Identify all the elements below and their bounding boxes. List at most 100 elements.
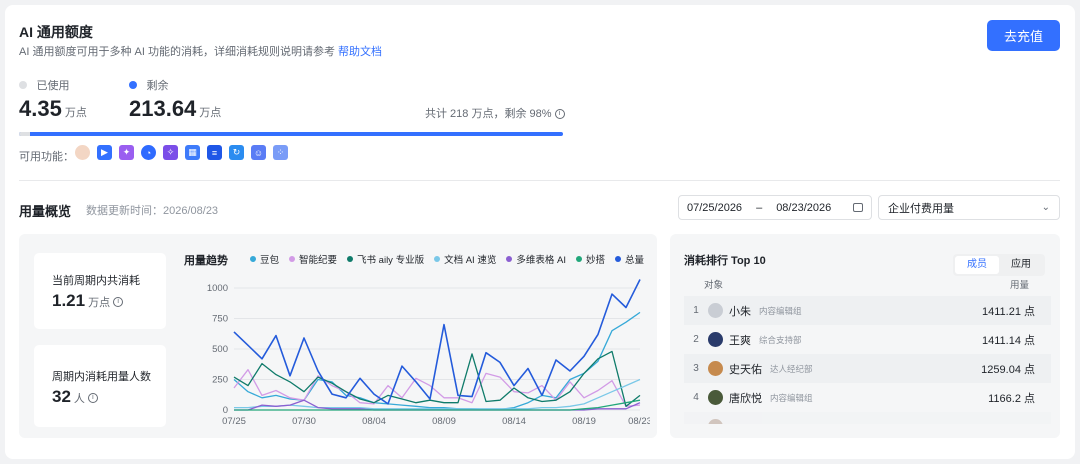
total-summary: 共计 218 万点，剩余 98% i xyxy=(425,105,565,121)
member-dept: 达人经纪部 xyxy=(770,363,813,374)
table-row[interactable]: 4 唐欣悦 内容编辑组 1166.2 点 xyxy=(684,383,1051,412)
aily-icon[interactable]: ◔ xyxy=(141,145,156,160)
ranking-tabs: 成员 应用 xyxy=(953,254,1045,276)
x-tick-label: 07/30 xyxy=(292,416,316,427)
section-divider xyxy=(19,180,1060,181)
legend-label: 多维表格 AI xyxy=(516,255,566,266)
table-row[interactable]: 2 王爽 综合支持部 1411.14 点 xyxy=(684,325,1051,354)
legend-label: 文档 AI 速览 xyxy=(444,255,497,266)
legend-swatch xyxy=(506,256,513,262)
page-description: AI 通用额度可用于多种 AI 功能的消耗，详细消耗规则说明请参考 帮助文档 xyxy=(19,46,383,58)
robot-icon[interactable]: ☺ xyxy=(251,145,266,160)
ai-spark-icon[interactable]: ✦ xyxy=(119,145,134,160)
y-tick-label: 750 xyxy=(212,314,228,325)
member-usage: 1411.21 点 xyxy=(981,305,1035,318)
flow-icon[interactable]: ↻ xyxy=(229,145,244,160)
period-users-value: 32 xyxy=(52,387,71,406)
x-tick-label: 08/09 xyxy=(432,416,456,427)
col-object-header: 对象 xyxy=(704,280,724,291)
period-users-amount: 32 人 i xyxy=(52,387,98,407)
date-start[interactable]: 07/25/2026 xyxy=(687,202,742,214)
tab-apps[interactable]: 应用 xyxy=(999,256,1043,274)
chevron-down-icon: ⌄ xyxy=(1041,202,1050,213)
legend-swatch xyxy=(614,256,621,262)
avatar xyxy=(708,419,723,424)
member-dept: 内容编辑组 xyxy=(770,392,813,403)
ranking-table: 1 小朱 内容编辑组 1411.21 点 2 王爽 综合支持部 1411.14 … xyxy=(684,296,1051,424)
table-row-partial[interactable] xyxy=(684,412,1051,424)
usage-type-value: 企业付费用量 xyxy=(888,202,954,215)
quota-used-fill xyxy=(19,132,30,136)
legend-item[interactable]: 多维表格 AI xyxy=(506,252,566,266)
usage-trend-chart: 0 250 500 750 1000 07/25 07/30 08/04 08/09 08/14 0… xyxy=(207,279,650,427)
usage-type-select[interactable]: 企业付费用量 ⌄ xyxy=(878,195,1060,220)
magic-icon[interactable]: ✧ xyxy=(163,145,178,160)
bitable-icon[interactable]: ▦ xyxy=(185,145,200,160)
ranking-title: 消耗排行 Top 10 xyxy=(684,255,766,267)
legend-item[interactable]: 总量 xyxy=(614,252,644,266)
legend-swatch xyxy=(575,256,582,262)
date-separator: – xyxy=(756,201,763,214)
legend-label: 豆包 xyxy=(260,255,280,266)
avatar xyxy=(708,303,723,318)
info-icon[interactable]: i xyxy=(554,109,565,120)
member-name: 史天佑 xyxy=(729,363,762,376)
used-label: 已使用 xyxy=(36,80,70,92)
avatar-feature-icon[interactable] xyxy=(75,145,90,160)
legend-label: 智能纪要 xyxy=(299,255,338,266)
remain-amount: 213.64 万点 xyxy=(129,96,221,122)
features-label: 可用功能： xyxy=(19,151,74,163)
quota-progress-bar xyxy=(19,132,563,136)
remain-dot xyxy=(129,81,137,89)
used-dot xyxy=(19,81,27,89)
recharge-button[interactable]: 去充值 xyxy=(987,20,1060,51)
member-usage: 1166.2 点 xyxy=(988,392,1035,405)
legend-swatch xyxy=(250,256,256,262)
member-usage: 1411.14 点 xyxy=(981,334,1035,347)
help-doc-link[interactable]: 帮助文档 xyxy=(338,46,382,58)
date-range-picker[interactable]: 07/25/2026 – 08/23/2026 xyxy=(678,195,872,220)
calendar-icon[interactable] xyxy=(853,203,863,212)
x-tick-label: 08/14 xyxy=(502,416,526,427)
avatar xyxy=(708,361,723,376)
period-consumption-value: 1.21 xyxy=(52,291,86,310)
chart-legend: 豆包 智能纪要 飞书 aily 专业版 文档 AI 速览 多维表格 AI 妙搭 总量 xyxy=(250,252,644,266)
remain-unit: 万点 xyxy=(199,107,222,119)
remain-label: 剩余 xyxy=(146,80,169,92)
period-users-card: 周期内消耗用量人数 32 人 i xyxy=(34,345,166,427)
page-title: AI 通用额度 xyxy=(19,24,93,40)
used-value: 4.35 xyxy=(19,96,62,121)
period-consumption-label: 当前周期内共消耗 xyxy=(52,275,140,287)
grid-dots-icon[interactable]: ⁘ xyxy=(273,145,288,160)
usage-overview-title: 用量概览 xyxy=(19,204,72,219)
tab-members[interactable]: 成员 xyxy=(955,256,999,274)
x-tick-label: 08/23 xyxy=(628,416,650,427)
legend-item[interactable]: 智能纪要 xyxy=(289,252,337,266)
member-dept: 内容编辑组 xyxy=(759,305,802,316)
avatar xyxy=(708,390,723,405)
y-tick-label: 0 xyxy=(223,405,228,416)
used-amount: 4.35 万点 xyxy=(19,96,87,122)
table-row[interactable]: 3 史天佑 达人经纪部 1259.04 点 xyxy=(684,354,1051,383)
legend-item[interactable]: 妙搭 xyxy=(575,252,605,266)
users-info-icon[interactable]: i xyxy=(87,392,98,403)
member-name: 王爽 xyxy=(729,334,751,347)
used-unit: 万点 xyxy=(64,107,87,119)
period-info-icon[interactable]: i xyxy=(113,296,124,307)
legend-label: 总量 xyxy=(624,255,644,266)
data-updated-time: 数据更新时间：2026/08/23 xyxy=(86,205,219,217)
layers-icon[interactable]: ≡ xyxy=(207,145,222,160)
x-tick-label: 07/25 xyxy=(222,416,246,427)
legend-swatch xyxy=(347,256,354,262)
feature-icons: ▶ ✦ ◔ ✧ ▦ ≡ ↻ ☺ ⁘ xyxy=(75,145,288,160)
date-end[interactable]: 08/23/2026 xyxy=(776,202,831,214)
x-tick-label: 08/19 xyxy=(572,416,596,427)
legend-swatch xyxy=(289,256,296,262)
legend-item[interactable]: 飞书 aily 专业版 xyxy=(347,252,424,266)
table-row[interactable]: 1 小朱 内容编辑组 1411.21 点 xyxy=(684,296,1051,325)
legend-item[interactable]: 文档 AI 速览 xyxy=(434,252,496,266)
y-tick-label: 500 xyxy=(212,344,228,355)
legend-item[interactable]: 豆包 xyxy=(250,252,279,266)
y-tick-label: 1000 xyxy=(207,283,228,294)
video-meeting-icon[interactable]: ▶ xyxy=(97,145,112,160)
